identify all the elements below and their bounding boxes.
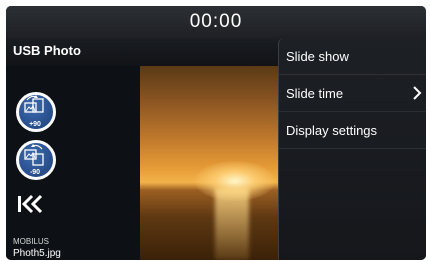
- options-menu: Slide show Slide time Display settings: [278, 38, 426, 260]
- menu-item-display-settings[interactable]: Display settings: [279, 112, 426, 149]
- menu-item-slide-show[interactable]: Slide show: [279, 38, 426, 75]
- brand-label: MOBILUS: [13, 237, 50, 246]
- left-control-panel: +90 -90 MOBILUS Photh5.jpg: [6, 66, 140, 260]
- photo-viewer[interactable]: [140, 66, 290, 260]
- file-name: Photh5.jpg: [13, 248, 61, 259]
- menu-item-label: Slide time: [286, 86, 344, 101]
- rotate-minus-90-label: -90: [29, 169, 41, 176]
- sun-reflection: [215, 188, 249, 260]
- rotate-minus-90-button[interactable]: -90: [12, 136, 58, 182]
- double-chevron-left-icon: [18, 194, 43, 214]
- chevron-right-icon: [413, 86, 422, 100]
- status-bar: 00:00: [6, 6, 426, 38]
- back-button[interactable]: [14, 189, 46, 219]
- menu-item-label: Slide show: [286, 49, 349, 64]
- rotate-plus-90-button[interactable]: +90: [12, 88, 58, 134]
- rotate-plus-90-label: +90: [29, 121, 41, 128]
- menu-item-slide-time[interactable]: Slide time: [279, 75, 426, 112]
- clock: 00:00: [189, 11, 243, 32]
- page-title: USB Photo: [13, 43, 81, 58]
- menu-item-label: Display settings: [286, 123, 378, 138]
- head-unit-screen: 00:00 USB Photo +90 -90 MOBILUS Photh5.j…: [6, 6, 426, 260]
